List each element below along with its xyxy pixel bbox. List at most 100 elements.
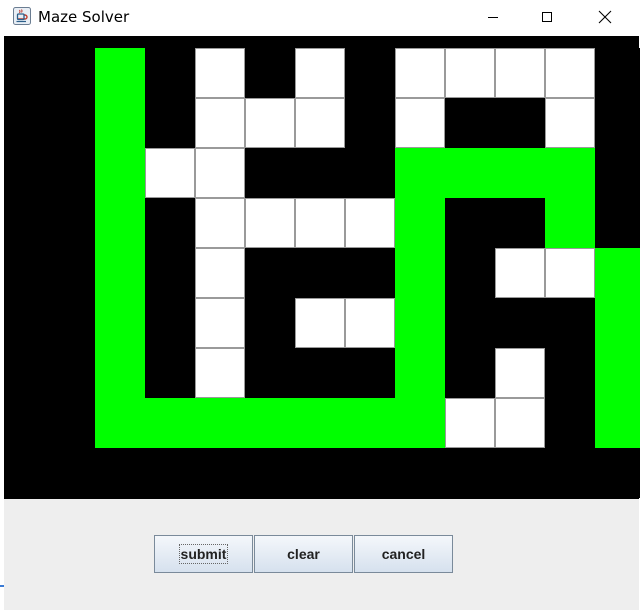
maze-cell-wall[interactable] xyxy=(445,248,495,298)
maze-cell-open[interactable] xyxy=(295,198,345,248)
maze-cell-wall[interactable] xyxy=(45,298,95,348)
maze-cell-path[interactable] xyxy=(195,398,245,448)
maze-cell-wall[interactable] xyxy=(545,398,595,448)
maze-cell-wall[interactable] xyxy=(445,298,495,348)
maze-cell-wall[interactable] xyxy=(495,198,545,248)
maze-cell-wall[interactable] xyxy=(45,448,95,498)
maze-cell-wall[interactable] xyxy=(595,448,640,498)
maze-cell-open[interactable] xyxy=(195,348,245,398)
maze-cell-wall[interactable] xyxy=(545,298,595,348)
maze-cell-path[interactable] xyxy=(95,198,145,248)
maze-cell-wall[interactable] xyxy=(295,448,345,498)
maze-cell-open[interactable] xyxy=(295,48,345,98)
maze-cell-path[interactable] xyxy=(395,148,445,198)
maze-cell-path[interactable] xyxy=(295,398,345,448)
maze-cell-wall[interactable] xyxy=(45,48,95,98)
maze-cell-wall[interactable] xyxy=(295,248,345,298)
maze-cell-open[interactable] xyxy=(195,298,245,348)
maze-cell-open[interactable] xyxy=(345,198,395,248)
maze-cell-wall[interactable] xyxy=(195,448,245,498)
maze-cell-wall[interactable] xyxy=(45,148,95,198)
maze-cell-path[interactable] xyxy=(145,398,195,448)
maze-cell-open[interactable] xyxy=(395,98,445,148)
clear-button[interactable]: clear xyxy=(254,535,353,573)
maze-cell-open[interactable] xyxy=(245,198,295,248)
maze-cell-wall[interactable] xyxy=(345,448,395,498)
maze-cell-wall[interactable] xyxy=(345,348,395,398)
maze-cell-open[interactable] xyxy=(545,98,595,148)
maze-cell-wall[interactable] xyxy=(495,448,545,498)
maze-cell-open[interactable] xyxy=(445,48,495,98)
maze-cell-open[interactable] xyxy=(545,48,595,98)
maze-cell-wall[interactable] xyxy=(145,48,195,98)
maze-cell-open[interactable] xyxy=(195,248,245,298)
maze-cell-open[interactable] xyxy=(295,98,345,148)
maze-cell-wall[interactable] xyxy=(145,98,195,148)
maze-cell-wall[interactable] xyxy=(545,348,595,398)
maze-cell-wall[interactable] xyxy=(595,148,640,198)
maze-cell-wall[interactable] xyxy=(495,98,545,148)
maze-cell-wall[interactable] xyxy=(45,98,95,148)
maze-cell-wall[interactable] xyxy=(345,48,395,98)
maze-cell-path[interactable] xyxy=(595,348,640,398)
maze-cell-path[interactable] xyxy=(95,398,145,448)
maze-cell-path[interactable] xyxy=(545,198,595,248)
maze-cell-path[interactable] xyxy=(395,398,445,448)
close-button[interactable] xyxy=(582,0,628,34)
maze-cell-path[interactable] xyxy=(595,298,640,348)
maze-cell-open[interactable] xyxy=(245,98,295,148)
maze-cell-wall[interactable] xyxy=(45,248,95,298)
maze-cell-path[interactable] xyxy=(95,248,145,298)
maze-cell-open[interactable] xyxy=(195,98,245,148)
maze-cell-open[interactable] xyxy=(495,398,545,448)
title-bar[interactable]: Maze Solver xyxy=(4,0,639,36)
maze-cell-wall[interactable] xyxy=(245,48,295,98)
maze-cell-wall[interactable] xyxy=(345,148,395,198)
maze-cell-wall[interactable] xyxy=(45,348,95,398)
submit-button[interactable]: submit xyxy=(154,535,253,573)
maze-cell-open[interactable] xyxy=(145,148,195,198)
maze-cell-wall[interactable] xyxy=(295,348,345,398)
maze-cell-wall[interactable] xyxy=(545,448,595,498)
maze-cell-wall[interactable] xyxy=(95,448,145,498)
maze-cell-open[interactable] xyxy=(445,398,495,448)
maze-cell-wall[interactable] xyxy=(595,98,640,148)
maze-cell-wall[interactable] xyxy=(595,48,640,98)
maze-cell-path[interactable] xyxy=(95,148,145,198)
maze-cell-path[interactable] xyxy=(245,398,295,448)
maze-cell-path[interactable] xyxy=(545,148,595,198)
maze-cell-wall[interactable] xyxy=(495,298,545,348)
maze-cell-path[interactable] xyxy=(95,48,145,98)
maze-cell-wall[interactable] xyxy=(245,298,295,348)
maze-cell-wall[interactable] xyxy=(445,448,495,498)
maze-cell-wall[interactable] xyxy=(445,348,495,398)
maze-cell-wall[interactable] xyxy=(145,348,195,398)
maximize-button[interactable] xyxy=(524,0,570,34)
maze-cell-wall[interactable] xyxy=(595,198,640,248)
maze-cell-wall[interactable] xyxy=(245,348,295,398)
maze-cell-wall[interactable] xyxy=(295,148,345,198)
maze-cell-open[interactable] xyxy=(345,298,395,348)
maze-cell-path[interactable] xyxy=(595,398,640,448)
cancel-button[interactable]: cancel xyxy=(354,535,453,573)
maze-cell-open[interactable] xyxy=(495,248,545,298)
maze-cell-wall[interactable] xyxy=(345,248,395,298)
maze-cell-open[interactable] xyxy=(295,298,345,348)
maze-cell-path[interactable] xyxy=(495,148,545,198)
maze-cell-open[interactable] xyxy=(195,48,245,98)
maze-cell-wall[interactable] xyxy=(145,198,195,248)
maze-cell-path[interactable] xyxy=(395,198,445,248)
minimize-button[interactable] xyxy=(470,0,516,34)
maze-cell-wall[interactable] xyxy=(145,248,195,298)
maze-cell-wall[interactable] xyxy=(45,398,95,448)
maze-cell-path[interactable] xyxy=(395,348,445,398)
maze-cell-wall[interactable] xyxy=(345,98,395,148)
maze-cell-wall[interactable] xyxy=(45,198,95,248)
maze-cell-open[interactable] xyxy=(495,348,545,398)
maze-cell-wall[interactable] xyxy=(245,448,295,498)
maze-cell-path[interactable] xyxy=(95,298,145,348)
maze-cell-open[interactable] xyxy=(395,48,445,98)
maze-cell-open[interactable] xyxy=(545,248,595,298)
maze-cell-wall[interactable] xyxy=(145,298,195,348)
maze-cell-path[interactable] xyxy=(345,398,395,448)
